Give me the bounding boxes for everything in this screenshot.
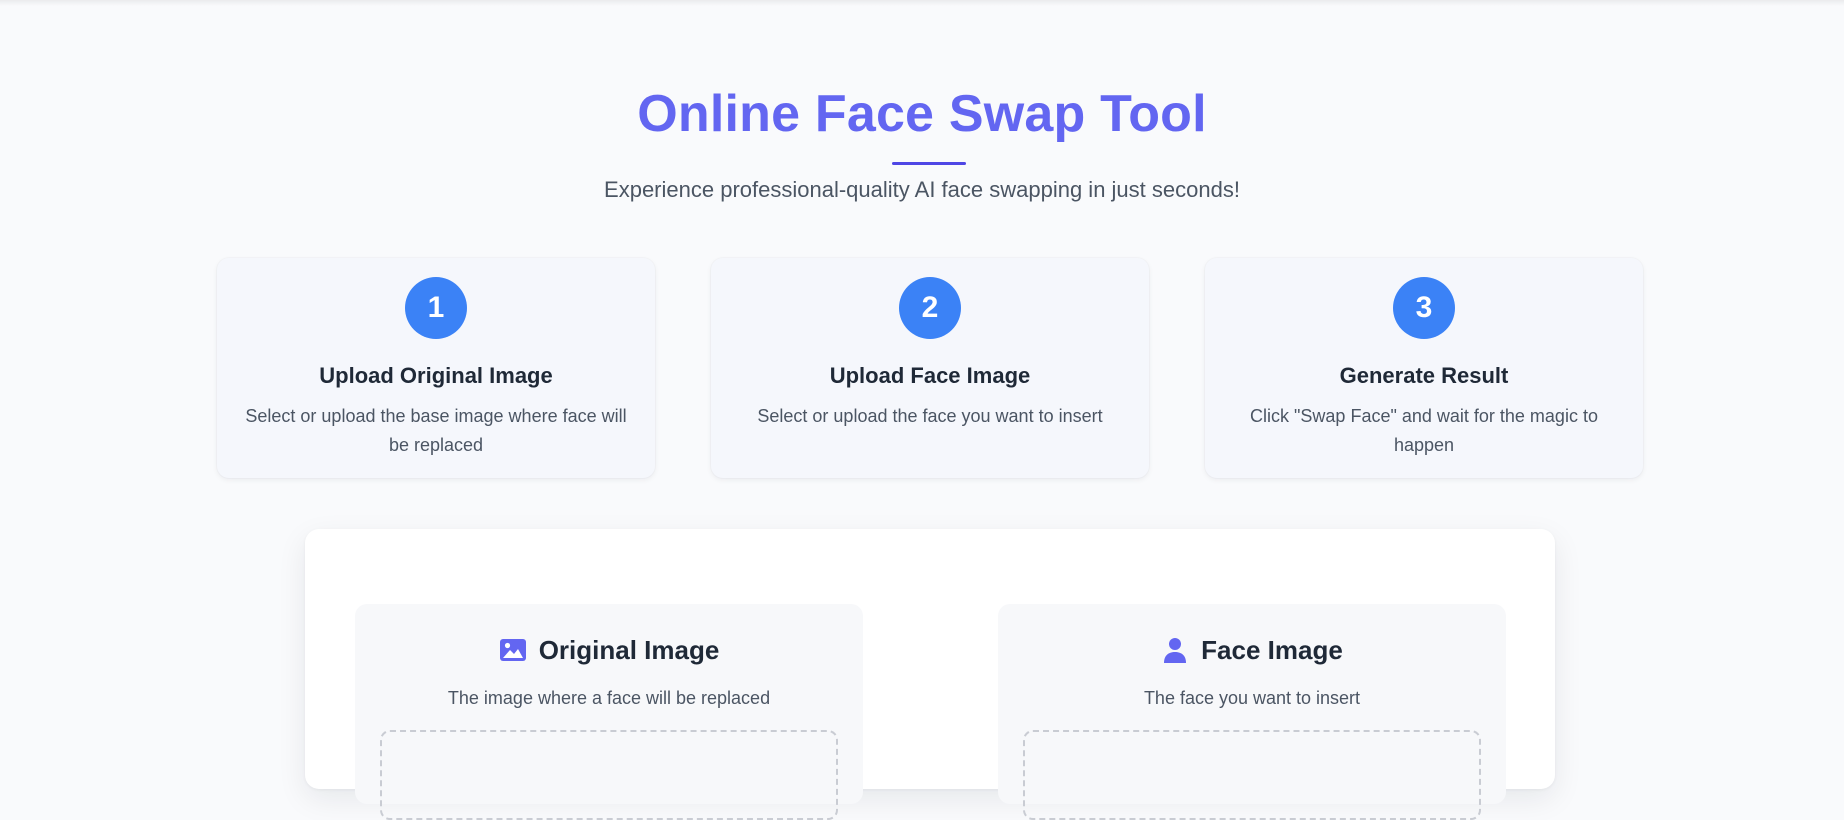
original-image-upload-card: Original Image The image where a face wi… — [355, 604, 863, 820]
step-card-1: 1 Upload Original Image Select or upload… — [217, 258, 655, 478]
face-image-upload-card: Face Image The face you want to insert — [998, 604, 1506, 820]
step-number-badge: 2 — [899, 277, 961, 339]
step-title: Upload Face Image — [829, 363, 1031, 388]
step-card-2: 2 Upload Face Image Select or upload the… — [711, 258, 1149, 478]
page-title: Online Face Swap Tool — [637, 85, 1207, 143]
original-image-header: Original Image — [355, 632, 863, 668]
step-title: Generate Result — [1339, 363, 1509, 388]
step-description: Click "Swap Face" and wait for the magic… — [1250, 406, 1598, 455]
header-shadow — [0, 0, 1844, 6]
user-icon — [1164, 638, 1187, 663]
image-icon — [499, 639, 526, 661]
step-description: Select or upload the base image where fa… — [245, 406, 627, 455]
steps-section: 1 Upload Original Image Select or upload… — [217, 258, 1643, 480]
original-image-dropzone[interactable] — [380, 730, 838, 820]
face-image-title: Face Image — [1201, 635, 1343, 665]
swap-panel: Original Image The image where a face wi… — [305, 529, 1555, 820]
face-image-header: Face Image — [998, 632, 1506, 668]
page-subtitle: Experience professional-quality AI face … — [604, 177, 1240, 202]
original-image-title: Original Image — [538, 635, 720, 665]
step-number-badge: 3 — [1393, 277, 1455, 339]
original-image-description: The image where a face will be replaced — [447, 688, 771, 708]
step-card-3: 3 Generate Result Click "Swap Face" and … — [1205, 258, 1643, 478]
face-image-description: The face you want to insert — [1143, 688, 1361, 708]
step-number-badge: 1 — [405, 277, 467, 339]
step-description: Select or upload the face you want to in… — [757, 406, 1103, 426]
title-divider — [892, 162, 966, 165]
face-image-dropzone[interactable] — [1023, 730, 1481, 820]
step-title: Upload Original Image — [319, 363, 553, 388]
